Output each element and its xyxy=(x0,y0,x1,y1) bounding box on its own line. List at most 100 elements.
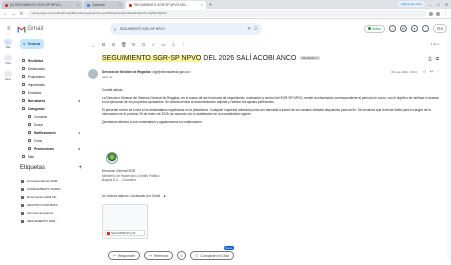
sidebar-item[interactable]: Notificaciones 1 xyxy=(20,129,82,137)
close-tab-icon[interactable]: × xyxy=(201,3,203,7)
forward-icon[interactable]: → xyxy=(11,11,16,16)
label-item[interactable]: SEGUIMIENTO SGR... xyxy=(20,217,82,225)
browser-tab[interactable]: SEGUIMIENTO SGR-SP NPVO DEL... × xyxy=(126,1,206,9)
reply-icon[interactable]: ↩ xyxy=(430,69,434,75)
sender-name: Servicio de Gestión de Regalías xyxy=(102,70,151,74)
sidebar-item[interactable]: Recibidos xyxy=(20,57,82,65)
sidebar-item[interactable]: Destacados xyxy=(20,65,82,73)
label-item[interactable]: informes de avance xyxy=(20,209,82,217)
snooze-icon[interactable]: ◷ xyxy=(141,42,146,48)
sender[interactable]: Servicio de Gestión de Regalías <sgr@min… xyxy=(102,70,191,74)
report-spam-icon[interactable]: ⊘ xyxy=(111,42,116,48)
label-item[interactable]: Documentos 2024 FE... xyxy=(20,193,82,201)
reload-icon[interactable]: ↻ xyxy=(19,11,24,17)
maximize-icon[interactable]: □ xyxy=(436,2,441,7)
add-task-icon[interactable]: ✓ xyxy=(151,42,156,48)
reply-arrow-icon: ↩ xyxy=(113,253,116,258)
star-icon[interactable]: ☆ xyxy=(423,69,427,75)
sidebar-item[interactable]: Foros xyxy=(20,137,82,145)
sidebar-item-label: Enviados xyxy=(28,91,42,95)
delete-icon[interactable]: 🗑 xyxy=(121,42,127,48)
back-to-list-icon[interactable]: ← xyxy=(91,43,96,48)
close-tab-icon[interactable]: × xyxy=(77,3,79,7)
label-item[interactable]: GESTION CONTRATA... xyxy=(20,201,82,209)
tab-favicon-icon xyxy=(129,3,132,7)
tab-favicon-icon xyxy=(5,3,8,7)
clear-search-icon[interactable]: ✕ xyxy=(247,26,251,32)
attachment-card[interactable]: SEGUIMIENTO.pdf xyxy=(102,204,148,239)
minimize-icon[interactable]: – xyxy=(428,2,433,7)
extension-icon[interactable] xyxy=(436,11,440,16)
close-window-icon[interactable]: ✕ xyxy=(444,2,449,7)
label-item[interactable]: CUMPLIMIENTO NORM... xyxy=(20,185,82,193)
gemini-icon[interactable]: ✦ xyxy=(410,25,418,32)
reply-button[interactable]: ↩ Responder xyxy=(108,251,141,260)
emoji-reaction-button[interactable]: ☺ xyxy=(177,251,187,260)
browser-tab[interactable]: Calendar × xyxy=(84,1,124,9)
extension-icon[interactable] xyxy=(429,11,433,16)
more-actions-icon[interactable]: ⋮ xyxy=(437,69,442,75)
sidebar-item[interactable]: Pospuestos xyxy=(20,73,82,81)
label-item[interactable]: Correspondencia SGR... xyxy=(20,177,82,185)
signature-logo xyxy=(106,152,118,164)
address-bar: ← → ↻ mail.google.com/mail/u/0/?ogbl#sea… xyxy=(0,9,451,19)
compose-button[interactable]: ✎ Redactar xyxy=(20,39,44,49)
sidebar-item[interactable]: Importantes xyxy=(20,81,82,89)
unread-count: 6 xyxy=(78,99,80,103)
add-to-drive-icon[interactable]: ▲ xyxy=(163,194,166,198)
sidebar-item[interactable]: Social xyxy=(20,121,82,129)
sidebar-item-label: Pospuestos xyxy=(28,75,45,79)
browser-tab[interactable]: (9) SEGUIMIENTO SGR-SP NPVO... × xyxy=(2,1,82,9)
label-name: GESTION CONTRATA... xyxy=(27,203,60,207)
rail-label: Meet xyxy=(5,78,11,81)
search-icon[interactable]: ⌕ xyxy=(114,27,117,32)
url-field[interactable]: mail.google.com/mail/u/0/?ogbl#search/se… xyxy=(27,10,426,17)
menu-icon[interactable]: ⋮ xyxy=(443,11,448,17)
gmail-logo[interactable]: Gmail xyxy=(17,26,44,33)
sidebar-item-label: Borradores xyxy=(28,99,46,103)
search-input[interactable]: SEGUIMIENTO SGR-SP NPVO xyxy=(120,27,245,31)
print-icon[interactable]: ⎙ xyxy=(428,56,432,61)
apps-grid-icon[interactable]: ⋮ xyxy=(421,25,429,32)
folder-icon xyxy=(22,59,25,62)
archive-icon[interactable]: ⊟ xyxy=(101,42,106,48)
tab-favicon-icon xyxy=(87,3,90,7)
label-name: Correspondencia SGR... xyxy=(27,179,60,183)
close-tab-icon[interactable]: × xyxy=(119,3,121,7)
sidebar-item[interactable]: Más xyxy=(20,153,82,161)
sidebar-item[interactable]: Compras xyxy=(20,113,82,121)
add-label-icon[interactable]: + xyxy=(78,165,82,171)
inbox-label-chip[interactable]: Recibidos x xyxy=(300,56,320,61)
sidebar-item[interactable]: Categorías xyxy=(20,105,82,113)
rail-item[interactable]: Chat xyxy=(0,55,16,69)
settings-gear-icon[interactable]: ⚙ xyxy=(399,25,407,32)
app-name: Gmail xyxy=(27,26,44,32)
sidebar-item[interactable]: Borradores 6 xyxy=(20,97,82,105)
sidebar-item-label: Destacados xyxy=(28,67,45,71)
share-in-chat-button[interactable]: ▢ Compartir en Chat xyxy=(190,251,234,260)
account-button[interactable]: Go xyxy=(432,24,447,33)
back-icon[interactable]: ← xyxy=(3,11,8,16)
more-icon[interactable]: ⋮ xyxy=(181,42,186,48)
search-options-icon[interactable]: ☷ xyxy=(254,26,258,32)
profile-button[interactable]: Pagina de inicio xyxy=(397,1,425,7)
rail-item[interactable]: Meet xyxy=(0,71,16,85)
help-icon[interactable]: ? xyxy=(388,25,396,32)
body-paragraph: Quedamos atentos a sus comentarios y agr… xyxy=(102,119,203,124)
status-button[interactable]: Activo xyxy=(363,24,385,33)
new-tab-button[interactable]: + xyxy=(209,1,212,9)
recipient-line[interactable]: para mí xyxy=(102,75,112,79)
mark-unread-icon[interactable]: ✉ xyxy=(131,42,136,48)
sidebar-item[interactable]: Promociones 5 xyxy=(20,145,82,153)
search-bar[interactable]: ⌕ SEGUIMIENTO SGR-SP NPVO ✕ ☷ xyxy=(110,23,262,35)
forward-button[interactable]: ↪ Reenviar xyxy=(144,251,174,260)
sidebar-item[interactable]: Enviados xyxy=(20,89,82,97)
sender-avatar[interactable] xyxy=(88,69,98,79)
label-name: CUMPLIMIENTO NORM... xyxy=(27,187,63,191)
rail-item[interactable]: Mail xyxy=(0,39,16,53)
forward-arrow-icon: ↪ xyxy=(149,253,152,258)
open-new-window-icon[interactable]: ⧉ xyxy=(436,56,439,61)
label-icon[interactable]: ◇ xyxy=(171,42,176,48)
main-menu-icon[interactable]: ≡ xyxy=(7,26,11,32)
move-to-icon[interactable]: ▭ xyxy=(161,42,166,48)
